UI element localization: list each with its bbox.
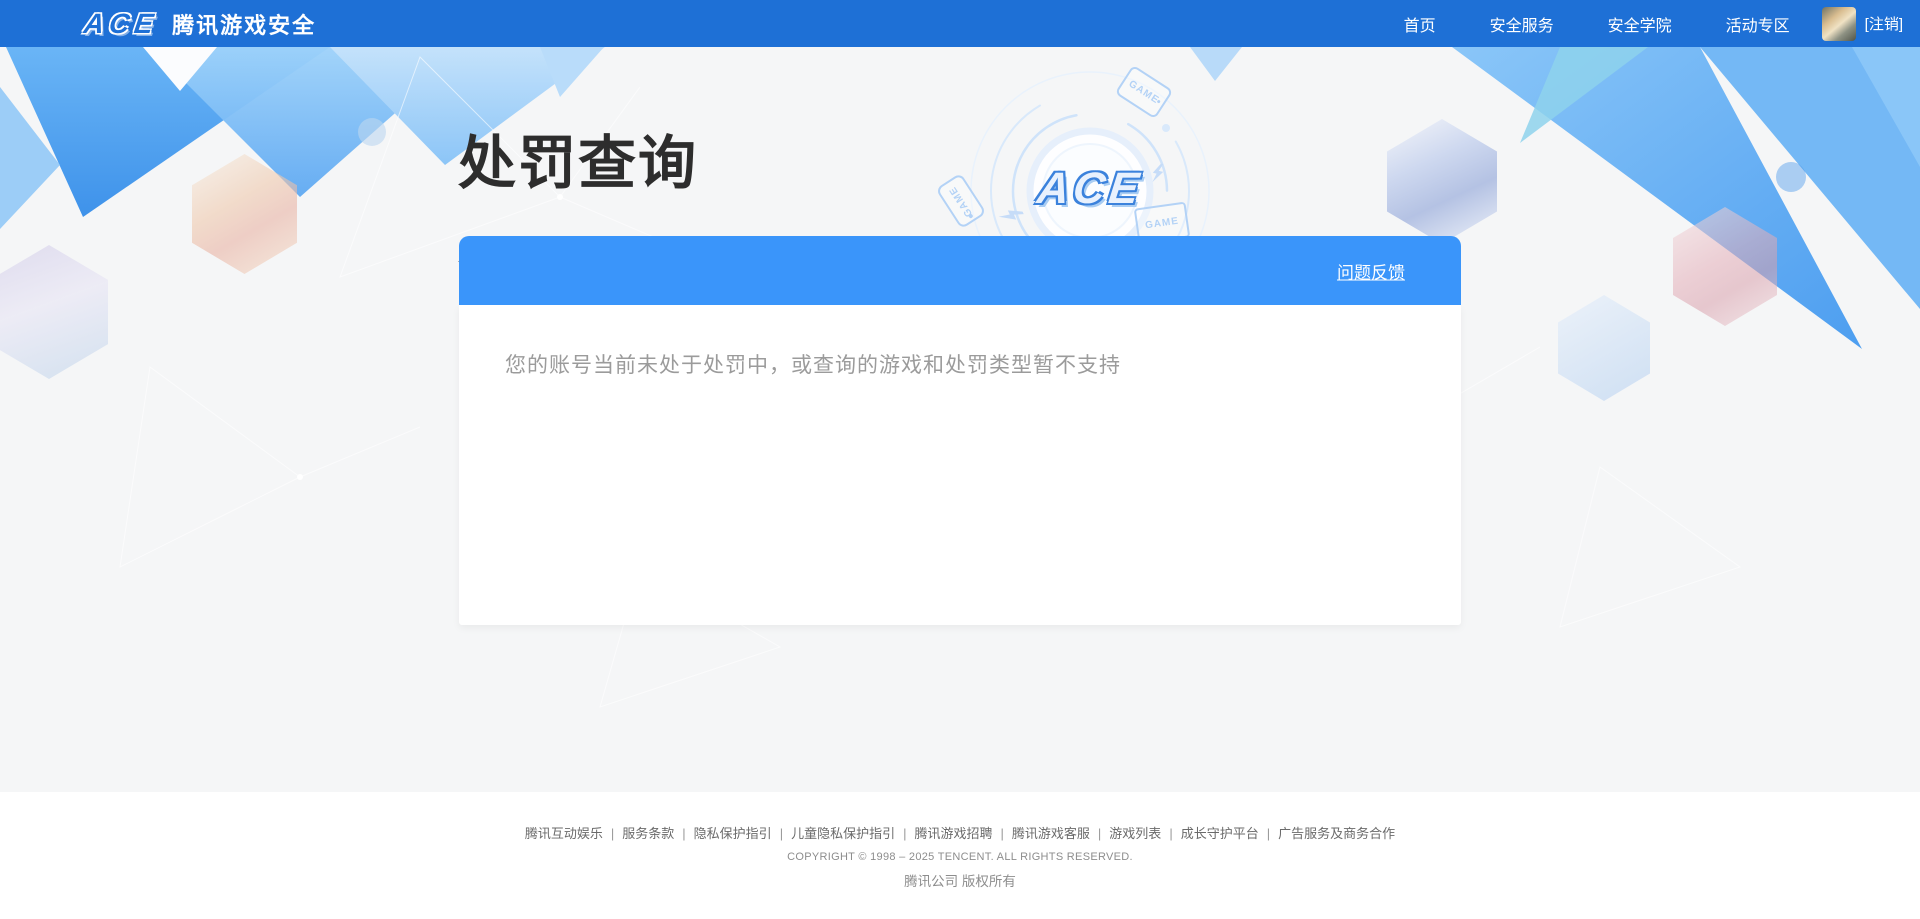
brand[interactable]: ACE 腾讯游戏安全 [81,0,317,47]
separator: | [682,826,686,841]
footer: 腾讯互动娱乐 | 服务条款 | 隐私保护指引 | 儿童隐私保护指引 | 腾讯游戏招聘 | 腾讯游戏客… [0,792,1920,919]
brand-title: 腾讯游戏安全 [172,12,317,38]
logout-link[interactable]: [注销] [1865,13,1903,34]
footer-link[interactable]: 广告服务及商务合作 [1278,826,1395,841]
copyright-text: COPYRIGHT © 1998 – 2025 TENCENT. ALL RIG… [787,851,1133,863]
card-header-bar: 问题反馈 [459,236,1461,305]
query-result-card: 问题反馈 您的账号当前未处于处罚中，或查询的游戏和处罚类型暂不支持 [459,236,1461,625]
query-result-message: 您的账号当前未处于处罚中，或查询的游戏和处罚类型暂不支持 [505,354,1121,377]
page-title: 处罚查询 [458,131,699,196]
game-label: GAME [1144,215,1180,231]
footer-link[interactable]: 儿童隐私保护指引 [791,826,895,841]
separator: | [903,826,907,841]
footer-links: 腾讯互动娱乐 | 服务条款 | 隐私保护指引 | 儿童隐私保护指引 | 腾讯游戏招聘 | 腾讯游戏客… [0,792,1920,842]
game-label: GAME [947,183,975,219]
ace-logo-icon: ACE [81,7,161,39]
separator: | [1000,826,1004,841]
company-text: 腾讯公司 版权所有 [904,874,1016,889]
ace-logo-icon: ACE [1034,164,1146,214]
footer-link[interactable]: 游戏列表 [1109,826,1161,841]
nav-item-activity-zone[interactable]: 活动专区 [1726,12,1790,36]
page: ACE 腾讯游戏安全 首页 安全服务 安全学院 活动专区 [注销] ACE GA… [0,0,1920,919]
game-label: GAME [1126,78,1162,106]
separator: | [610,826,615,841]
separator: | [779,826,784,841]
separator: | [1266,826,1271,841]
nav-item-security-academy[interactable]: 安全学院 [1608,12,1672,36]
footer-link[interactable]: 腾讯游戏招聘 [914,826,992,841]
separator: | [1169,826,1173,841]
nav-user-area: [注销] [1821,6,1903,41]
footer-link[interactable]: 成长守护平台 [1181,826,1259,841]
footer-link[interactable]: 腾讯互动娱乐 [525,826,603,841]
nav-item-home[interactable]: 首页 [1404,12,1436,36]
user-avatar[interactable] [1821,6,1856,41]
separator: | [1097,826,1102,841]
feedback-link[interactable]: 问题反馈 [1337,258,1405,283]
footer-link[interactable]: 服务条款 [622,826,674,841]
footer-link[interactable]: 隐私保护指引 [694,826,772,841]
footer-link[interactable]: 腾讯游戏客服 [1012,826,1090,841]
top-navbar: ACE 腾讯游戏安全 首页 安全服务 安全学院 活动专区 [注销] [0,0,1920,47]
nav-menu: 首页 安全服务 安全学院 活动专区 [注销] [1404,0,1903,47]
card-body: 您的账号当前未处于处罚中，或查询的游戏和处罚类型暂不支持 [459,305,1461,625]
nav-item-security-service[interactable]: 安全服务 [1490,12,1554,36]
